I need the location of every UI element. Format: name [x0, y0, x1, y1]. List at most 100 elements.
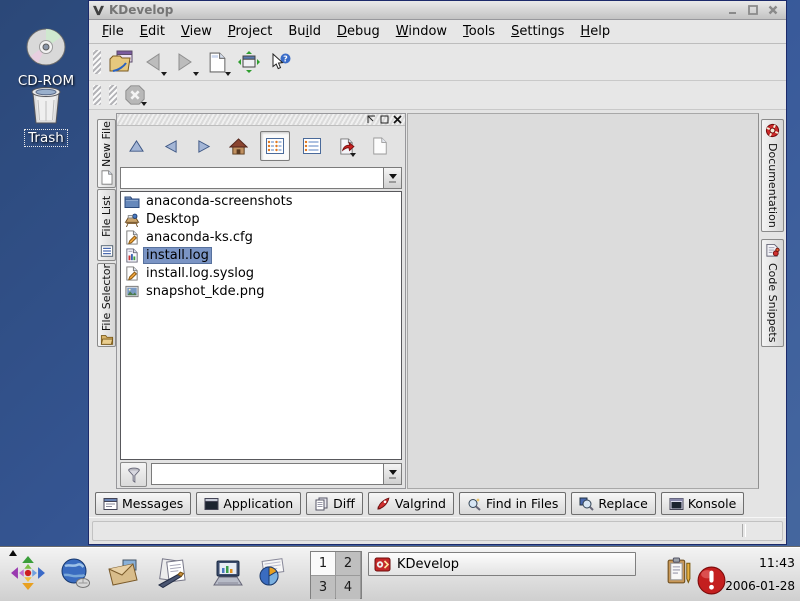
- toolbar-handle[interactable]: [93, 50, 101, 74]
- tab-code-snippets[interactable]: Code Snippets: [761, 239, 784, 347]
- maximize-button[interactable]: [746, 4, 759, 16]
- pager-desktop-3[interactable]: 3: [311, 576, 335, 599]
- desktop: { "colors": { "desktop_blue": "#38599a",…: [0, 0, 800, 600]
- path-dropdown-button[interactable]: [383, 167, 402, 189]
- tab-find-in-files[interactable]: Find in Files: [459, 492, 566, 515]
- file-selector-tab-icon: [100, 333, 114, 346]
- fs-new-file-button[interactable]: [368, 134, 392, 158]
- raise-editor-button[interactable]: [233, 47, 265, 77]
- tab-documentation[interactable]: Documentation: [761, 119, 784, 232]
- sync-bookmark-button[interactable]: [334, 134, 358, 158]
- tab-diff[interactable]: Diff: [306, 492, 363, 515]
- clock-time: 11:43: [725, 555, 795, 570]
- file-row[interactable]: install.log.syslog: [121, 264, 401, 282]
- back-icon: [142, 52, 164, 72]
- dock-float-button[interactable]: [367, 115, 376, 124]
- new-file-tab-icon: [100, 170, 114, 185]
- back-button[interactable]: [137, 47, 169, 77]
- up-icon: [128, 139, 145, 154]
- titlebar[interactable]: KDevelop: [89, 1, 786, 20]
- filter-dropdown-button[interactable]: [383, 463, 402, 485]
- minimize-button[interactable]: [726, 4, 739, 16]
- status-bar-divider: [742, 524, 746, 537]
- desktop-icon-trash[interactable]: Trash: [8, 84, 84, 147]
- kdevelop-task-icon: [374, 556, 391, 573]
- file-list[interactable]: anaconda-screenshots Desktop anaconda-ks…: [120, 191, 402, 460]
- filter-combobox[interactable]: [151, 463, 402, 485]
- forward-button[interactable]: [169, 47, 201, 77]
- file-selector-panel: anaconda-screenshots Desktop anaconda-ks…: [116, 113, 406, 489]
- short-view-button[interactable]: [260, 131, 290, 161]
- pager-desktop-4[interactable]: 4: [336, 576, 360, 599]
- detailed-view-button[interactable]: [300, 134, 324, 158]
- open-project-icon: [108, 50, 134, 74]
- clock-date: 2006-01-28: [725, 579, 795, 593]
- desktop-icon-cdrom[interactable]: CD-ROM: [8, 26, 84, 89]
- calc-launcher[interactable]: [255, 558, 287, 587]
- menu-edit[interactable]: Edit: [132, 24, 173, 39]
- folder-icon: [124, 194, 140, 209]
- file-row[interactable]: snapshot_kde.png: [121, 282, 401, 300]
- writer-launcher[interactable]: [156, 557, 190, 588]
- menu-build[interactable]: Build: [280, 24, 329, 39]
- menu-settings[interactable]: Settings: [503, 24, 572, 39]
- tab-file-selector[interactable]: File Selector: [97, 263, 116, 347]
- filter-button[interactable]: [120, 462, 147, 487]
- main-area: New File File List File Selector: [89, 110, 786, 490]
- pager-desktop-1[interactable]: 1: [311, 552, 335, 575]
- menu-help[interactable]: Help: [572, 24, 618, 39]
- filter-field[interactable]: [151, 463, 383, 485]
- open-project-button[interactable]: [105, 47, 137, 77]
- web-browser-launcher[interactable]: [59, 557, 91, 589]
- menu-project[interactable]: Project: [220, 24, 281, 39]
- text-file-icon: [124, 266, 140, 281]
- close-button[interactable]: [766, 4, 779, 16]
- impress-launcher[interactable]: [212, 559, 244, 587]
- dock-maximize-button[interactable]: [380, 115, 389, 124]
- menu-window[interactable]: Window: [388, 24, 455, 39]
- detailed-view-icon: [303, 138, 321, 154]
- menu-view[interactable]: View: [173, 24, 220, 39]
- path-field[interactable]: [120, 167, 383, 189]
- new-file-button[interactable]: [201, 47, 233, 77]
- main-menu-button[interactable]: [10, 555, 46, 591]
- build-toolbar: [89, 81, 786, 110]
- path-combobox[interactable]: [120, 167, 402, 189]
- tab-application[interactable]: Application: [196, 492, 301, 515]
- main-toolbar: ?: [89, 44, 786, 81]
- tab-replace[interactable]: Replace: [571, 492, 655, 515]
- tab-konsole[interactable]: Konsole: [661, 492, 744, 515]
- dock-header[interactable]: [117, 114, 405, 126]
- toolbar-handle[interactable]: [109, 85, 117, 105]
- klipper-tray-icon[interactable]: [666, 557, 691, 586]
- cdrom-icon: [23, 26, 69, 70]
- file-row[interactable]: anaconda-screenshots: [121, 192, 401, 210]
- menu-file[interactable]: File: [94, 24, 132, 39]
- pager-desktop-2[interactable]: 2: [336, 552, 360, 575]
- up-button[interactable]: [124, 134, 148, 158]
- file-row[interactable]: Desktop: [121, 210, 401, 228]
- tab-file-list[interactable]: File List: [97, 189, 116, 261]
- menu-tools[interactable]: Tools: [455, 24, 503, 39]
- file-row-selected[interactable]: install.log: [121, 246, 401, 264]
- dock-close-button[interactable]: [393, 115, 402, 124]
- tab-valgrind[interactable]: Valgrind: [368, 492, 454, 515]
- file-row[interactable]: anaconda-ks.cfg: [121, 228, 401, 246]
- menu-debug[interactable]: Debug: [329, 24, 388, 39]
- filter-funnel-icon: [126, 466, 142, 483]
- clock-widget[interactable]: 11:43 2006-01-28: [725, 552, 795, 593]
- tab-messages[interactable]: Messages: [95, 492, 191, 515]
- stop-button[interactable]: [121, 83, 149, 107]
- alert-tray-icon[interactable]: [696, 565, 727, 596]
- fs-back-button[interactable]: [158, 134, 182, 158]
- taskbar-kdevelop-button[interactable]: KDevelop: [368, 552, 636, 576]
- toolbar-handle[interactable]: [93, 85, 101, 105]
- tab-new-file[interactable]: New File: [97, 119, 116, 188]
- fs-forward-button[interactable]: [192, 134, 216, 158]
- desktop-pager: 1 2 3 4: [310, 551, 362, 599]
- dropdown-arrow-icon: [389, 470, 397, 475]
- whats-this-button[interactable]: ?: [265, 47, 297, 77]
- email-launcher[interactable]: [106, 558, 140, 588]
- diff-icon: [314, 497, 329, 511]
- home-button[interactable]: [226, 134, 250, 158]
